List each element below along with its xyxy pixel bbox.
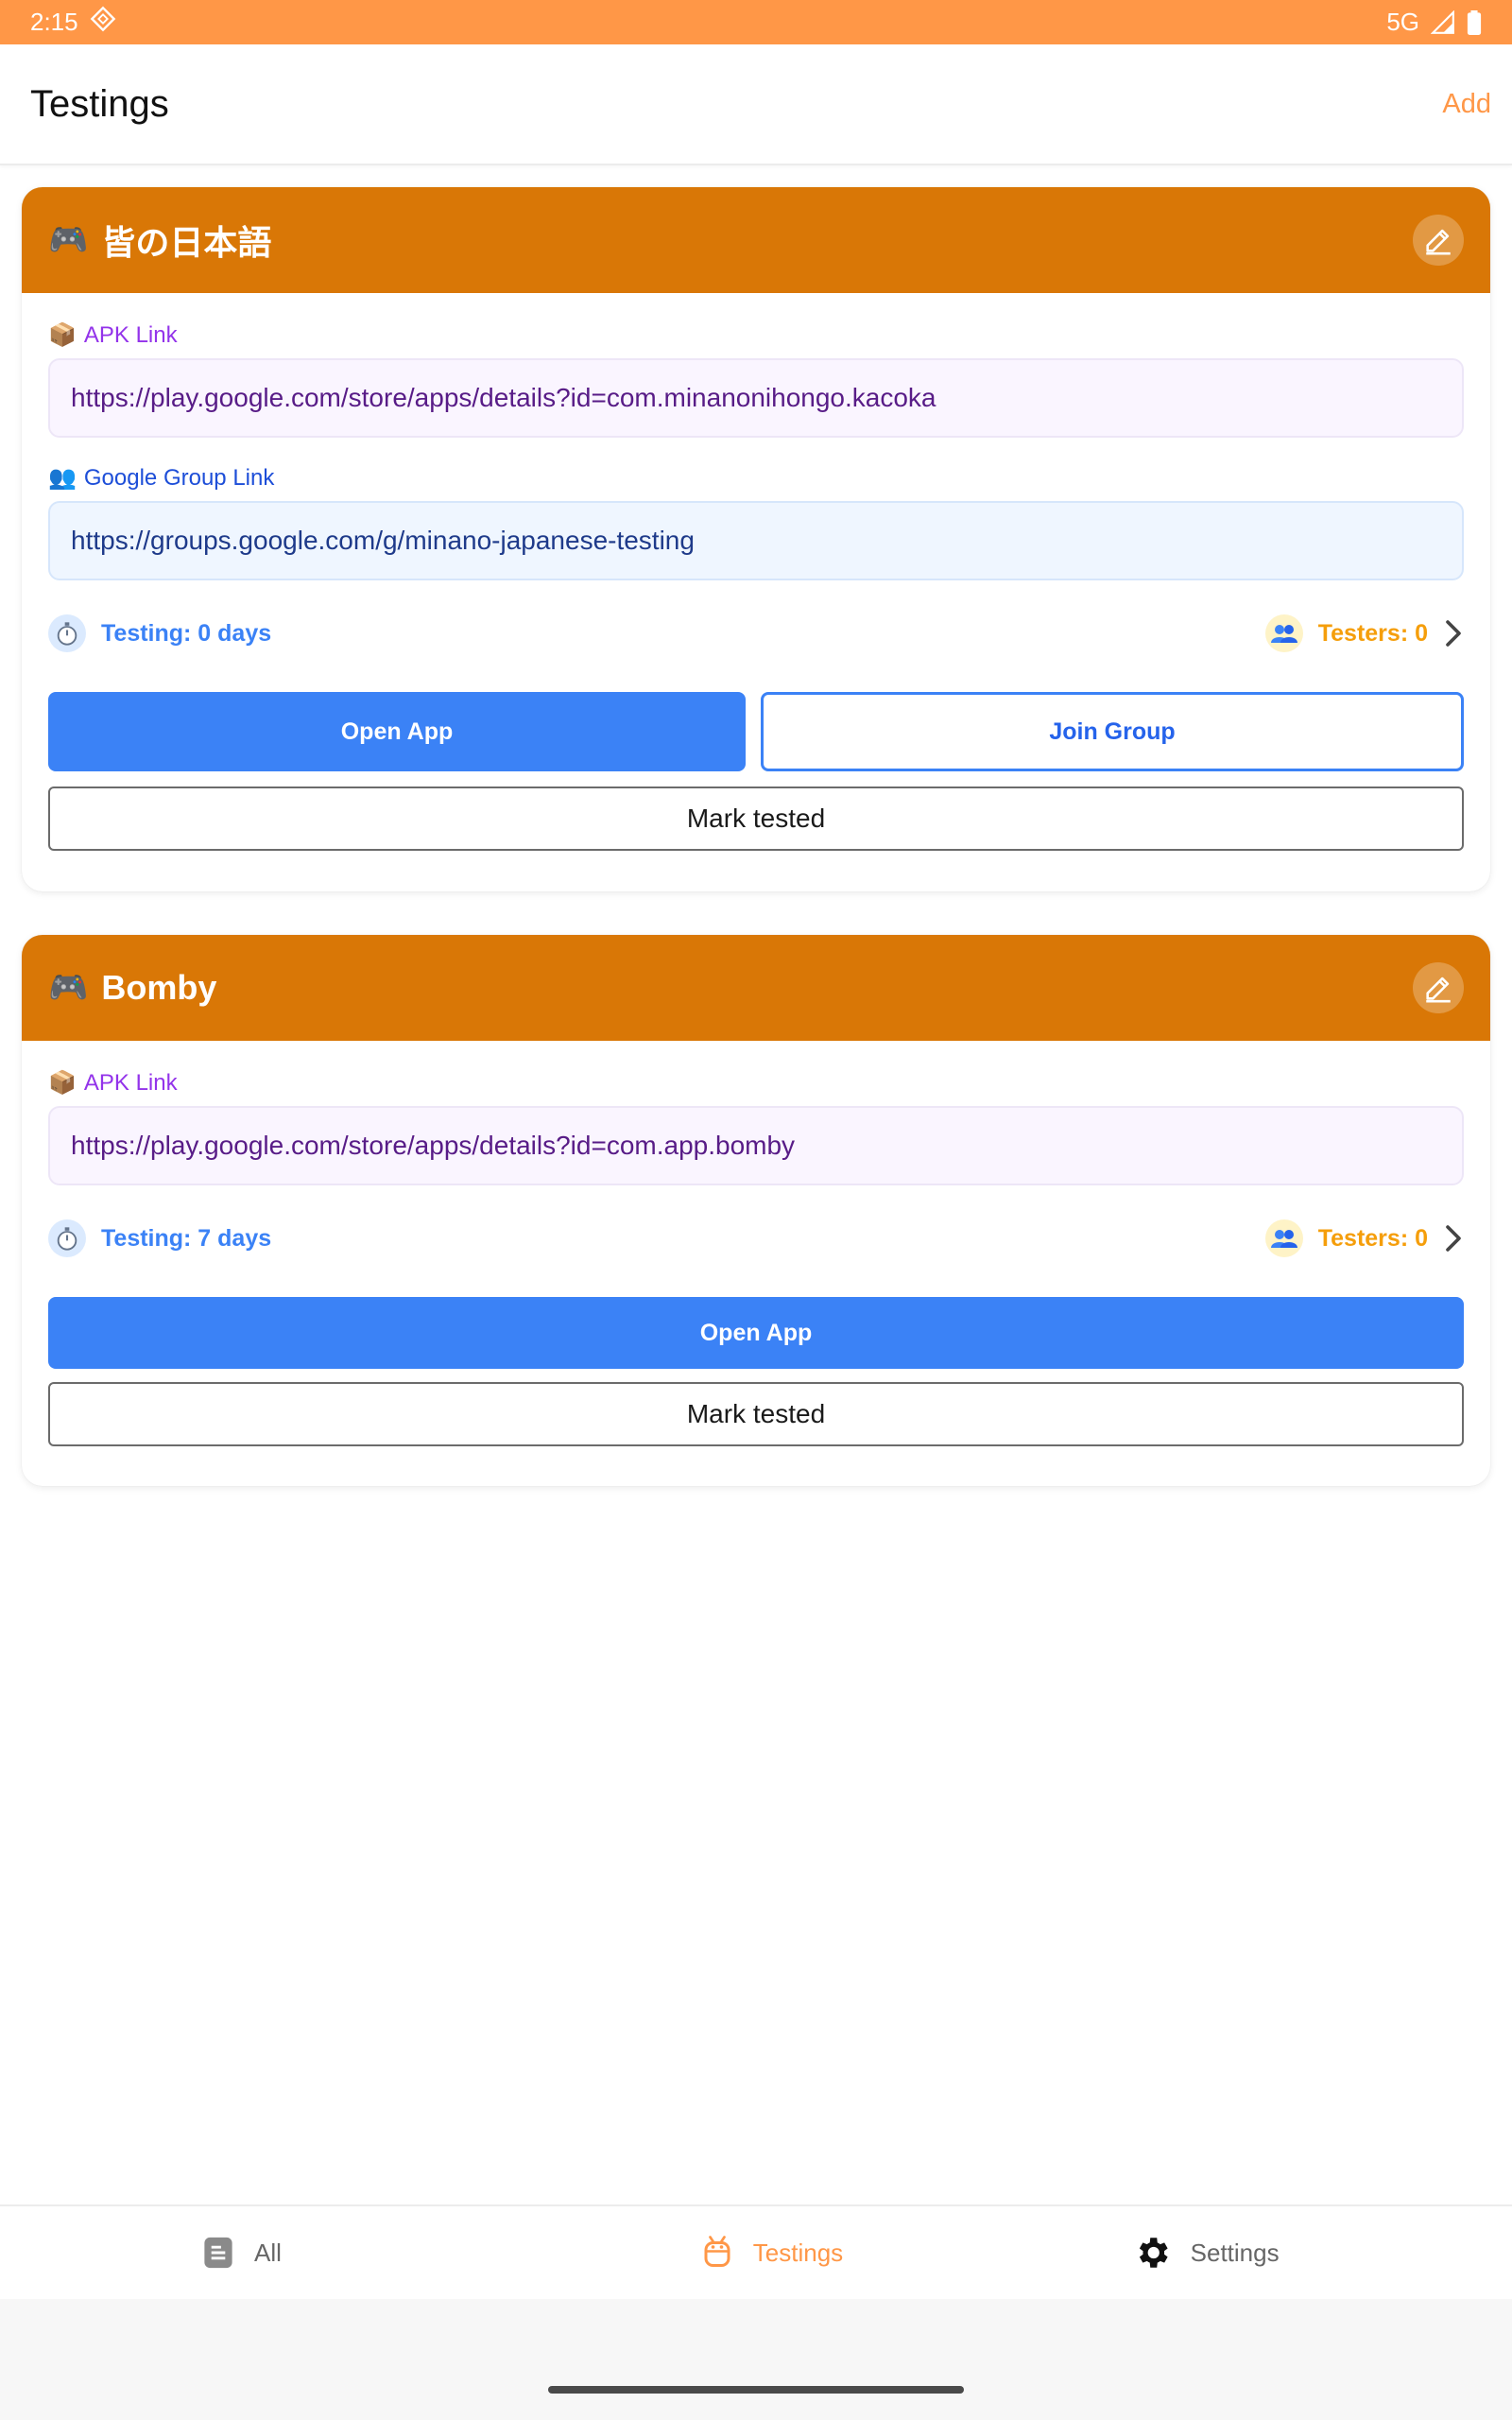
gamepad-icon: 🎮 [48, 222, 89, 258]
testers-count: Testers: 0 [1317, 1224, 1428, 1252]
gesture-area [0, 2299, 1512, 2420]
app-card: 🎮 皆の日本語 📦 APK Link https://play.google.c… [22, 187, 1490, 891]
testers-count: Testers: 0 [1317, 619, 1428, 647]
card-title: 皆の日本語 [101, 223, 272, 262]
list-icon [204, 2237, 232, 2269]
open-app-button[interactable]: Open App [48, 1297, 1464, 1369]
testing-days: Testing: 7 days [101, 1224, 272, 1252]
app-card: 🎮 Bomby 📦 APK Link https://play.google.c… [22, 935, 1490, 1486]
bottom-nav: All Testings Settings [0, 2204, 1512, 2299]
card-header: 🎮 皆の日本語 [22, 187, 1490, 293]
testers-link[interactable]: Testers: 0 [1264, 1219, 1464, 1257]
card-title: Bomby [101, 968, 217, 1007]
users-icon: 👥 [48, 465, 77, 491]
package-icon: 📦 [48, 322, 77, 348]
sync-icon [90, 6, 116, 39]
page-title: Testings [30, 82, 169, 125]
nav-settings[interactable]: Settings [962, 2233, 1512, 2273]
gamepad-icon: 🎮 [48, 970, 89, 1006]
chevron-right-icon [1446, 1225, 1461, 1252]
testing-days: Testing: 0 days [101, 619, 272, 647]
info-row: Testing: 7 days Testers: 0 [48, 1212, 1464, 1265]
app-bar: Testings Add [0, 44, 1512, 165]
nav-settings-label: Settings [1190, 2238, 1280, 2267]
nav-testings[interactable]: Testings [581, 2234, 961, 2272]
users-icon [1264, 1219, 1303, 1257]
status-time: 2:15 [30, 8, 78, 36]
edit-button[interactable] [1413, 215, 1464, 266]
pencil-icon [1426, 229, 1451, 255]
gear-icon [1139, 2238, 1168, 2268]
join-group-button[interactable]: Join Group [761, 692, 1464, 771]
stopwatch-icon [48, 1219, 86, 1257]
mark-tested-button[interactable]: Mark tested [48, 786, 1464, 851]
testers-link[interactable]: Testers: 0 [1264, 614, 1464, 652]
group-link-label: 👥 Google Group Link [48, 464, 275, 492]
mark-tested-button[interactable]: Mark tested [48, 1382, 1464, 1446]
apk-link-field[interactable]: https://play.google.com/store/apps/detai… [48, 358, 1464, 438]
apk-link-label: 📦 APK Link [48, 1069, 178, 1097]
android-icon [704, 2236, 730, 2267]
nav-all[interactable]: All [0, 2235, 581, 2271]
edit-button[interactable] [1413, 962, 1464, 1013]
nav-all-label: All [254, 2238, 282, 2267]
add-button[interactable]: Add [1442, 89, 1491, 120]
package-icon: 📦 [48, 1070, 77, 1096]
stopwatch-icon [48, 614, 86, 652]
chevron-right-icon [1446, 620, 1461, 647]
battery-icon [1467, 9, 1482, 35]
card-header: 🎮 Bomby [22, 935, 1490, 1041]
apk-link-field[interactable]: https://play.google.com/store/apps/detai… [48, 1106, 1464, 1185]
users-icon [1264, 614, 1303, 652]
status-bar: 2:15 5G [0, 0, 1512, 44]
open-app-button[interactable]: Open App [48, 692, 746, 771]
network-type: 5G [1386, 8, 1419, 36]
signal-icon [1431, 9, 1455, 35]
pencil-icon [1426, 977, 1451, 1003]
apk-link-label: 📦 APK Link [48, 321, 178, 349]
info-row: Testing: 0 days Testers: 0 [48, 607, 1464, 660]
group-link-field[interactable]: https://groups.google.com/g/minano-japan… [48, 501, 1464, 580]
gesture-handle[interactable] [548, 2386, 964, 2394]
nav-testings-label: Testings [752, 2238, 844, 2267]
